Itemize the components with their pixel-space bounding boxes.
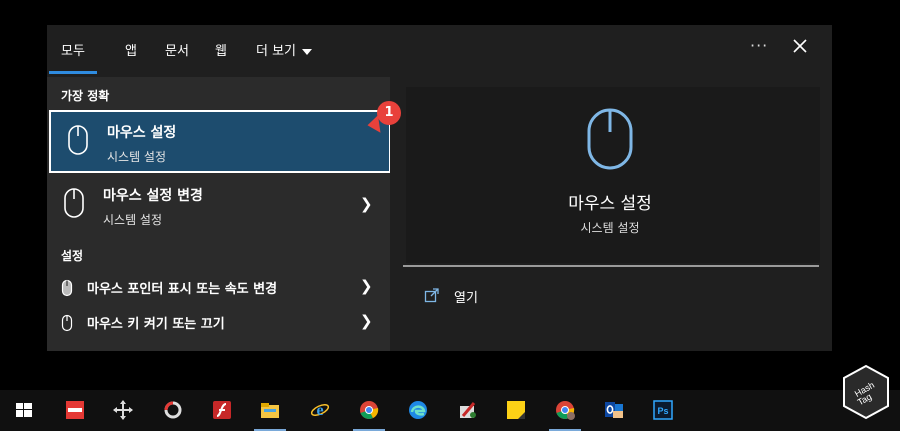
taskbar-move-tool[interactable] <box>103 390 143 431</box>
taskbar-file-explorer[interactable] <box>250 390 290 431</box>
internet-explorer-icon: e <box>310 402 330 419</box>
preview-title: 마우스 설정 <box>568 194 652 214</box>
windows-start-icon <box>16 403 32 417</box>
taskbar-edge[interactable] <box>398 390 438 431</box>
tab-web[interactable]: 웹 <box>215 40 227 59</box>
search-panel: 모두 앱 문서 웹 더 보기 ··· 가장 정확 마우스 설정 시스템 설정 마… <box>47 25 832 351</box>
edge-icon <box>409 401 427 419</box>
mouse-icon <box>61 314 73 332</box>
taskbar-paint[interactable] <box>448 390 488 431</box>
taskbar-sticky-notes[interactable] <box>496 390 536 431</box>
taskbar-chrome-profile[interactable] <box>545 390 585 431</box>
best-match-heading: 가장 정확 <box>61 89 110 103</box>
sticky-notes-icon <box>507 401 525 419</box>
close-icon[interactable] <box>787 33 813 59</box>
setting-label: 마우스 키 켜기 또는 끄기 <box>87 317 225 332</box>
outlook-icon <box>605 402 623 418</box>
photoshop-icon: Ps <box>653 400 673 420</box>
paint-icon <box>460 402 476 418</box>
chrome-profile-icon <box>556 401 575 420</box>
file-explorer-icon <box>261 403 279 418</box>
result-subtitle: 시스템 설정 <box>107 150 167 164</box>
svg-text:Ps: Ps <box>657 406 668 416</box>
setting-pointer-speed[interactable]: 마우스 포인터 표시 또는 속도 변경 ❯ <box>47 270 391 304</box>
taskbar-circle-app[interactable] <box>153 390 193 431</box>
settings-heading: 설정 <box>61 249 84 263</box>
divider <box>403 265 819 267</box>
setting-mouse-keys[interactable]: 마우스 키 켜기 또는 끄기 ❯ <box>47 305 391 339</box>
taskbar-internet-explorer[interactable]: e <box>300 390 340 431</box>
taskbar-flash[interactable] <box>202 390 242 431</box>
tab-more[interactable]: 더 보기 <box>256 40 313 59</box>
chevron-down-icon <box>302 48 313 55</box>
move-tool-icon <box>113 400 133 420</box>
search-tabs: 모두 앱 문서 웹 더 보기 ··· <box>47 25 832 77</box>
annotation-badge: 1 <box>377 101 401 125</box>
setting-label: 마우스 포인터 표시 또는 속도 변경 <box>87 282 278 297</box>
chevron-right-icon[interactable]: ❯ <box>360 195 373 213</box>
taskbar: e Ps <box>0 390 900 431</box>
taskbar-outlook[interactable] <box>594 390 634 431</box>
result-title: 마우스 설정 변경 <box>103 188 203 204</box>
taskbar-photoshop[interactable]: Ps <box>643 390 683 431</box>
result-subtitle: 시스템 설정 <box>103 213 163 227</box>
preview-pane: 마우스 설정 시스템 설정 열기 <box>390 77 832 351</box>
svg-text:e: e <box>316 402 323 419</box>
result-title: 마우스 설정 <box>107 125 177 141</box>
windows-start-button[interactable] <box>4 390 44 431</box>
result-mouse-settings[interactable]: 마우스 설정 시스템 설정 <box>49 110 391 173</box>
circle-app-icon <box>164 401 182 419</box>
results-list: 가장 정확 마우스 설정 시스템 설정 마우스 설정 변경 시스템 설정 ❯ 설… <box>47 77 391 351</box>
more-options-button[interactable]: ··· <box>750 36 768 55</box>
app-red-icon <box>66 401 84 419</box>
result-change-mouse-settings[interactable]: 마우스 설정 변경 시스템 설정 ❯ <box>47 175 391 238</box>
mouse-icon <box>587 108 633 170</box>
open-label: 열기 <box>454 291 478 306</box>
mouse-icon <box>68 125 88 155</box>
mouse-icon <box>64 188 84 218</box>
tab-apps[interactable]: 앱 <box>125 40 137 59</box>
chevron-right-icon[interactable]: ❯ <box>360 312 373 330</box>
preview-subtitle: 시스템 설정 <box>580 221 640 235</box>
tab-all[interactable]: 모두 <box>49 40 97 74</box>
hashtag-watermark-logo: Hash Tag <box>843 364 889 420</box>
chevron-right-icon[interactable]: ❯ <box>360 277 373 295</box>
taskbar-chrome[interactable] <box>349 390 389 431</box>
flash-icon <box>213 401 231 419</box>
mouse-pointer-icon <box>61 279 73 297</box>
taskbar-app-red[interactable] <box>55 390 95 431</box>
open-icon <box>424 288 439 303</box>
chrome-icon <box>360 401 379 419</box>
tab-documents[interactable]: 문서 <box>165 40 189 59</box>
